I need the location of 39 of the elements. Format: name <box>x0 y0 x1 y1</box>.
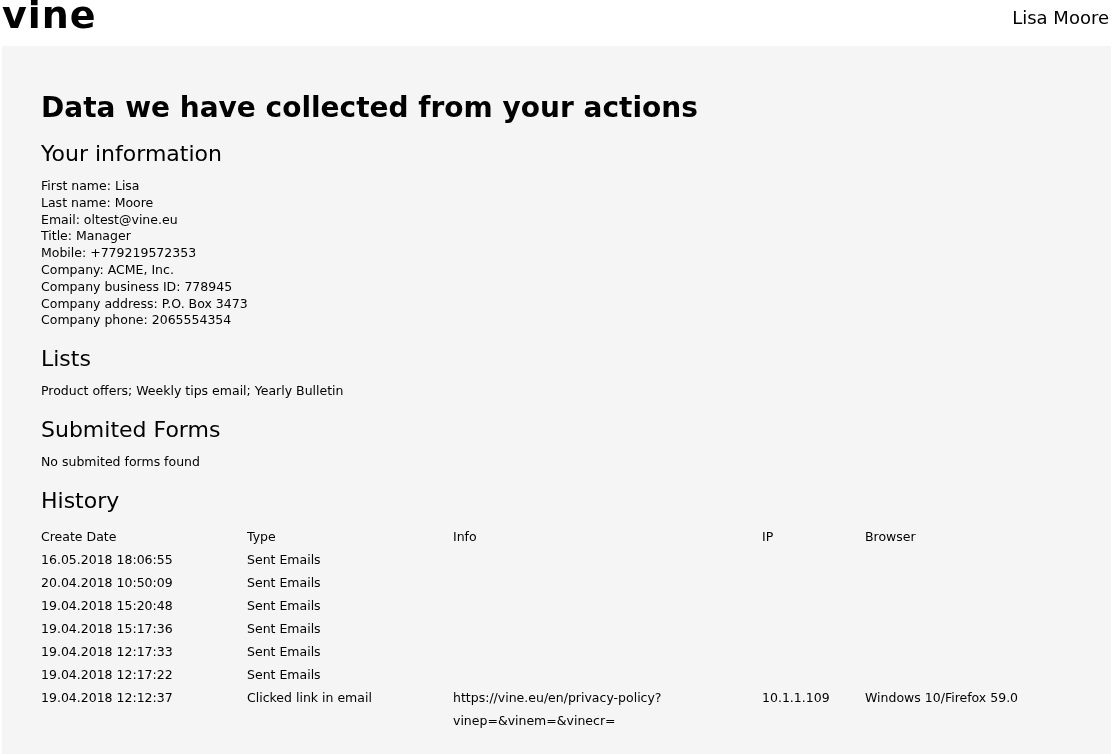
info-line: Company business ID: 778945 <box>41 278 234 296</box>
table-cell-text: https://vine.eu/en/privacy-policy?vinep=&vinem=&vinecr= <box>453 688 663 730</box>
table-cell-text: 16.05.2018 18:06:55 <box>41 550 174 569</box>
info-line: Mobile: +779219572353 <box>41 245 198 262</box>
column-header: Browser <box>865 527 917 546</box>
column-header: Type <box>247 527 277 546</box>
table-cell-text: Windows 10/Firefox 59.0 <box>865 688 1020 707</box>
column-header: Create Date <box>41 527 118 546</box>
info-line: Company phone: 2065554354 <box>41 312 233 330</box>
table-cell-text: Sent Emails <box>247 573 322 592</box>
section-heading: Your information <box>41 140 223 168</box>
table-cell-text: Sent Emails <box>247 596 322 615</box>
table-cell-text: 10.1.1.109 <box>762 688 831 707</box>
table-cell-text: 19.04.2018 12:17:22 <box>41 665 174 684</box>
table-cell-text: 19.04.2018 12:12:37 <box>41 688 174 707</box>
column-header: Info <box>453 527 478 546</box>
info-line: Email: oltest@vine.eu <box>41 211 179 229</box>
info-line: No submited forms found <box>41 453 201 471</box>
table-cell-text: 20.04.2018 10:50:09 <box>41 573 174 592</box>
table-cell-text: 19.04.2018 12:17:33 <box>41 642 174 661</box>
table-cell-text: Sent Emails <box>247 619 322 638</box>
section-heading: History <box>41 486 121 515</box>
table-cell-text: Sent Emails <box>247 665 322 684</box>
info-line: Last name: Moore <box>41 194 155 212</box>
info-line: Title: Manager <box>41 228 132 246</box>
table-cell-text: 19.04.2018 15:20:48 <box>41 596 174 615</box>
table-cell-text: Sent Emails <box>247 550 322 569</box>
section-heading: Lists <box>41 345 92 374</box>
page-title: Data we have collected from your actions <box>41 90 699 126</box>
user-name: Lisa Moore <box>1012 6 1109 30</box>
column-header: IP <box>762 527 775 546</box>
table-cell-text: 19.04.2018 15:17:36 <box>41 619 174 638</box>
section-heading: Submited Forms <box>41 415 222 444</box>
info-line: Product offers; Weekly tips email; Yearly Bulletin <box>41 383 345 400</box>
info-line: First name: Lisa <box>41 178 141 195</box>
info-line: Company address: P.O. Box 3473 <box>41 295 249 313</box>
table-cell-text: Sent Emails <box>247 642 322 661</box>
table-cell-text: Clicked link in email <box>247 688 373 707</box>
info-line: Company: ACME, Inc. <box>41 262 175 279</box>
